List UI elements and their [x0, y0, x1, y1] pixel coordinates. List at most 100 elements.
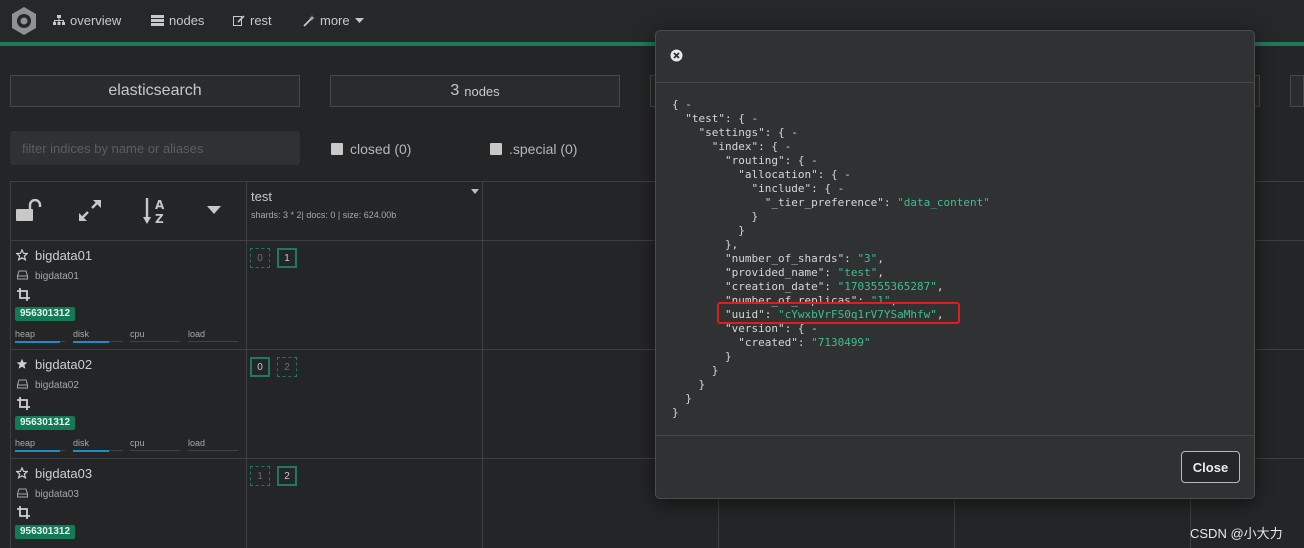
node-name[interactable]: bigdata02 — [35, 357, 92, 372]
metric-track — [188, 450, 238, 451]
json-line: "version": { - — [672, 322, 990, 336]
node-row: bigdata02 bigdata02 956301312 heap disk cpu lo… — [10, 350, 246, 458]
json-line: } — [672, 224, 990, 238]
disk-usage-bar — [73, 341, 109, 343]
json-token: "provided_name": — [672, 266, 838, 279]
closed-filter-checkbox[interactable]: closed (0) — [331, 141, 411, 157]
json-token: }, — [672, 238, 739, 251]
svg-text:Z: Z — [155, 212, 164, 226]
json-line: "creation_date": "1703555365287", — [672, 280, 990, 294]
index-filter-input[interactable] — [10, 131, 300, 165]
json-token: } — [672, 392, 692, 405]
cluster-name: elasticsearch — [108, 82, 202, 99]
sort-alpha-icon[interactable]: AZ — [143, 196, 169, 226]
cluster-nodes-label: nodes — [464, 83, 500, 99]
cluster-nodes-box: 3 nodes — [330, 75, 620, 107]
special-filter-checkbox[interactable]: .special (0) — [490, 141, 577, 157]
json-token: "number_of_shards": — [672, 252, 858, 265]
hdd-icon — [17, 270, 28, 280]
caret-down-icon[interactable] — [207, 206, 221, 215]
server-icon — [151, 15, 164, 26]
json-string-value: "7130499" — [811, 336, 871, 349]
replica-shard[interactable]: 0 — [250, 248, 270, 268]
nav-overview-label: overview — [70, 13, 122, 28]
cluster-stat-box-edge — [1290, 75, 1304, 107]
expand-icon[interactable] — [78, 200, 102, 222]
node-name[interactable]: bigdata03 — [35, 466, 92, 481]
json-token: } — [672, 350, 732, 363]
json-line: "routing": { - — [672, 154, 990, 168]
json-token: "include": { - — [672, 182, 845, 195]
primary-shard[interactable]: 2 — [277, 466, 297, 486]
special-filter-label: .special (0) — [509, 141, 578, 157]
json-token: , — [936, 280, 944, 293]
json-string-value: "3" — [857, 252, 878, 265]
json-string-value: "test" — [837, 266, 878, 279]
closed-filter-label: closed (0) — [350, 141, 412, 157]
json-line: } — [672, 378, 990, 392]
unlock-icon[interactable] — [16, 199, 42, 221]
index-settings-modal: { - "test": { - "settings": { - "index":… — [655, 30, 1255, 499]
nav-nodes[interactable]: nodes — [151, 13, 204, 28]
json-token: } — [672, 406, 679, 419]
primary-shard[interactable]: 0 — [250, 357, 270, 377]
heap-usage-bar — [15, 341, 60, 343]
nav-rest[interactable]: rest — [233, 13, 272, 28]
crop-icon — [17, 397, 30, 410]
close-button[interactable]: Close — [1181, 451, 1240, 483]
nav-more-dropdown[interactable]: more — [303, 13, 364, 28]
json-token: "_tier_preference": — [672, 196, 898, 209]
node-row: bigdata01 bigdata01 956301312 heap disk cpu lo… — [10, 241, 246, 349]
json-token: "allocation": { - — [672, 168, 851, 181]
node-version-badge: 956301312 — [15, 307, 76, 321]
checkbox-square[interactable] — [490, 143, 502, 155]
json-line: "number_of_shards": "3", — [672, 252, 990, 266]
json-token: "routing": { - — [672, 154, 818, 167]
watermark: CSDN @小大力 — [1190, 526, 1283, 541]
uuid-highlight-box — [717, 302, 960, 324]
json-line: "created": "7130499" — [672, 336, 990, 350]
node-metric-label: disk — [73, 329, 90, 339]
json-line: "test": { - — [672, 112, 990, 126]
json-line: "provided_name": "test", — [672, 266, 990, 280]
heap-usage-bar — [15, 450, 60, 452]
node-host: bigdata01 — [35, 271, 79, 282]
json-token: "created": — [672, 336, 812, 349]
json-token: } — [672, 364, 719, 377]
nav-more-label: more — [320, 13, 350, 28]
json-token: , — [877, 266, 884, 279]
index-menu-caret-icon[interactable] — [471, 189, 479, 194]
grid-header-tools: AZ — [10, 181, 246, 240]
cerebro-logo-icon[interactable] — [9, 6, 39, 36]
node-metric-label: cpu — [130, 329, 145, 339]
nav-overview[interactable]: overview — [53, 13, 121, 28]
node-version-badge: 956301312 — [15, 416, 76, 430]
json-string-value: "1703555365287" — [837, 280, 937, 293]
disk-usage-bar — [73, 450, 109, 452]
node-metric-label: heap — [15, 329, 36, 339]
crop-icon — [17, 288, 30, 301]
node-metric-label: disk — [73, 438, 90, 448]
star-outline-icon — [16, 467, 28, 479]
star-outline-icon — [16, 249, 28, 261]
index-meta: shards: 3 * 2| docs: 0 | size: 624.00b — [251, 210, 397, 220]
nav-rest-label: rest — [250, 13, 272, 28]
close-circle-icon[interactable] — [670, 49, 683, 62]
json-line: }, — [672, 238, 990, 252]
hdd-icon — [17, 379, 28, 389]
json-string-value: "data_content" — [897, 196, 990, 209]
checkbox-square[interactable] — [331, 143, 343, 155]
primary-shard[interactable]: 1 — [277, 248, 297, 268]
replica-shard[interactable]: 2 — [277, 357, 297, 377]
index-settings-json: { - "test": { - "settings": { - "index":… — [672, 98, 990, 420]
metric-track — [130, 341, 180, 342]
json-token: "test": { - — [672, 112, 759, 125]
node-version-badge: 956301312 — [15, 525, 76, 539]
json-line: } — [672, 210, 990, 224]
node-name[interactable]: bigdata01 — [35, 248, 92, 263]
replica-shard[interactable]: 1 — [250, 466, 270, 486]
edit-icon — [233, 15, 245, 26]
index-name[interactable]: test — [251, 189, 272, 204]
cluster-nodes-count: 3 — [450, 82, 460, 99]
json-line: } — [672, 406, 990, 420]
